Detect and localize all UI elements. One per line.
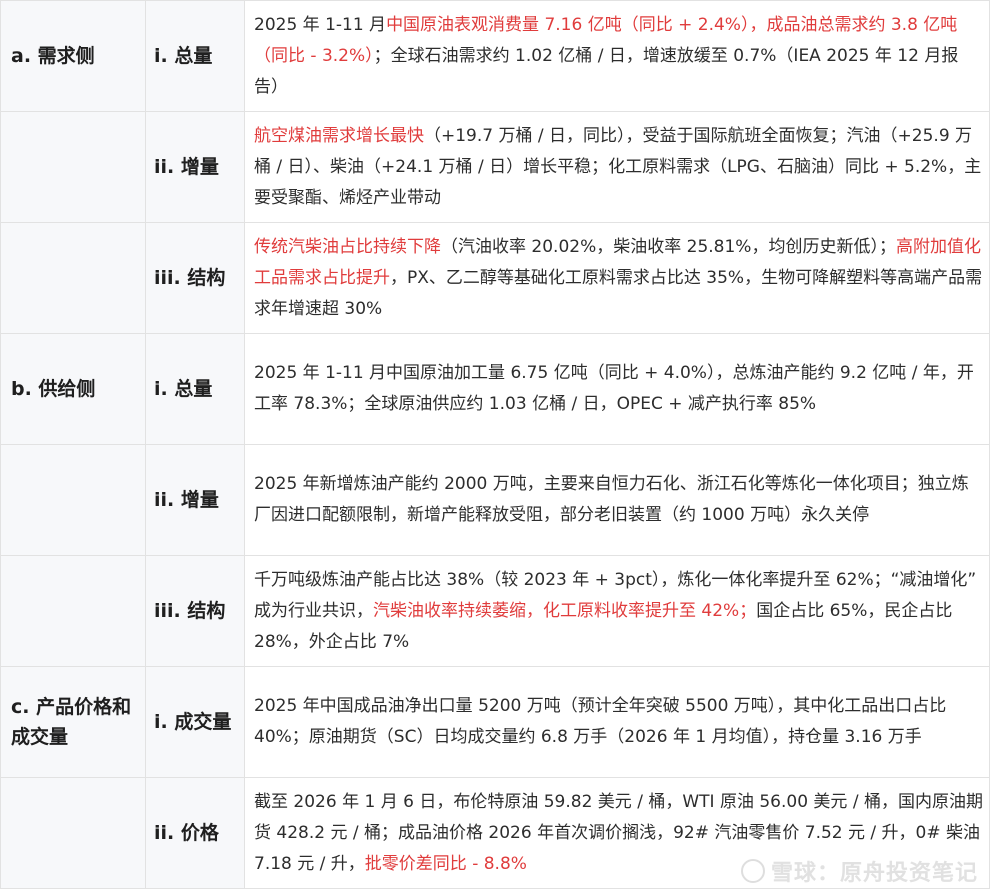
table-row: b. 供给侧 i. 总量 2025 年 1-11 月中国原油加工量 6.75 亿吨（…: [0, 333, 990, 445]
subcategory-cell: i. 总量: [145, 333, 245, 445]
content-text: 截至 2026 年 1 月 6 日，布伦特原油 59.82 美元 / 桶，WTI…: [254, 791, 983, 874]
content-text: 2025 年新增炼油产能约 2000 万吨，主要来自恒力石化、浙江石化等炼化一体…: [254, 474, 969, 525]
table-row: iii. 结构 千万吨级炼油产能占比达 38%（较 2023 年 + 3pct），…: [0, 555, 990, 667]
section-cell: [0, 222, 146, 334]
content-cell: 2025 年 1-11 月中国原油表观消费量 7.16 亿吨（同比 + 2.4%…: [244, 0, 990, 112]
content-cell: 2025 年中国成品油净出口量 5200 万吨（预计全年突破 5500 万吨），…: [244, 666, 990, 778]
highlighted-text: 传统汽柴油占比持续下降: [254, 236, 441, 257]
section-cell: a. 需求侧: [0, 0, 146, 112]
content-cell: 截至 2026 年 1 月 6 日，布伦特原油 59.82 美元 / 桶，WTI…: [244, 777, 990, 889]
content-cell: 传统汽柴油占比持续下降（汽油收率 20.02%，柴油收率 25.81%，均创历史…: [244, 222, 990, 334]
section-cell: c. 产品价格和成交量: [0, 666, 146, 778]
data-table: a. 需求侧 i. 总量 2025 年 1-11 月中国原油表观消费量 7.16 亿…: [0, 0, 990, 889]
highlighted-text: 航空煤油需求增长最快: [254, 125, 424, 146]
content-cell: 航空煤油需求增长最快（+19.7 万桶 / 日，同比），受益于国际航班全面恢复；…: [244, 111, 990, 223]
subcategory-cell: i. 总量: [145, 0, 245, 112]
section-cell: [0, 777, 146, 889]
content-cell: 千万吨级炼油产能占比达 38%（较 2023 年 + 3pct），炼化一体化率提…: [244, 555, 990, 667]
table-row: a. 需求侧 i. 总量 2025 年 1-11 月中国原油表观消费量 7.16 亿…: [0, 0, 990, 112]
section-cell: [0, 444, 146, 556]
section-cell: [0, 555, 146, 667]
highlighted-text: 批零价差同比 - 8.8%: [364, 853, 527, 874]
subcategory-cell: ii. 增量: [145, 111, 245, 223]
highlighted-text: 汽柴油收率持续萎缩，化工原料收率提升至 42%；: [373, 600, 757, 621]
subcategory-cell: ii. 价格: [145, 777, 245, 889]
content-text: 2025 年中国成品油净出口量 5200 万吨（预计全年突破 5500 万吨），…: [254, 696, 947, 747]
content-cell: 2025 年 1-11 月中国原油加工量 6.75 亿吨（同比 + 4.0%），…: [244, 333, 990, 445]
subcategory-cell: iii. 结构: [145, 555, 245, 667]
content-cell: 2025 年新增炼油产能约 2000 万吨，主要来自恒力石化、浙江石化等炼化一体…: [244, 444, 990, 556]
content-text: （汽油收率 20.02%，柴油收率 25.81%，均创历史新低）；: [441, 236, 896, 257]
table-body: a. 需求侧 i. 总量 2025 年 1-11 月中国原油表观消费量 7.16 亿…: [0, 0, 990, 889]
table-row: c. 产品价格和成交量 i. 成交量 2025 年中国成品油净出口量 5200 万吨…: [0, 666, 990, 778]
content-text: 2025 年 1-11 月: [254, 14, 387, 35]
section-cell: b. 供给侧: [0, 333, 146, 445]
section-cell: [0, 111, 146, 223]
table-row: ii. 价格 截至 2026 年 1 月 6 日，布伦特原油 59.82 美元 /…: [0, 777, 990, 889]
content-text: 2025 年 1-11 月中国原油加工量 6.75 亿吨（同比 + 4.0%），…: [254, 363, 974, 414]
table-row: iii. 结构 传统汽柴油占比持续下降（汽油收率 20.02%，柴油收率 25.8…: [0, 222, 990, 334]
subcategory-cell: ii. 增量: [145, 444, 245, 556]
subcategory-cell: iii. 结构: [145, 222, 245, 334]
table-row: ii. 增量 2025 年新增炼油产能约 2000 万吨，主要来自恒力石化、浙江石…: [0, 444, 990, 556]
table-row: ii. 增量 航空煤油需求增长最快（+19.7 万桶 / 日，同比），受益于国际航…: [0, 111, 990, 223]
subcategory-cell: i. 成交量: [145, 666, 245, 778]
